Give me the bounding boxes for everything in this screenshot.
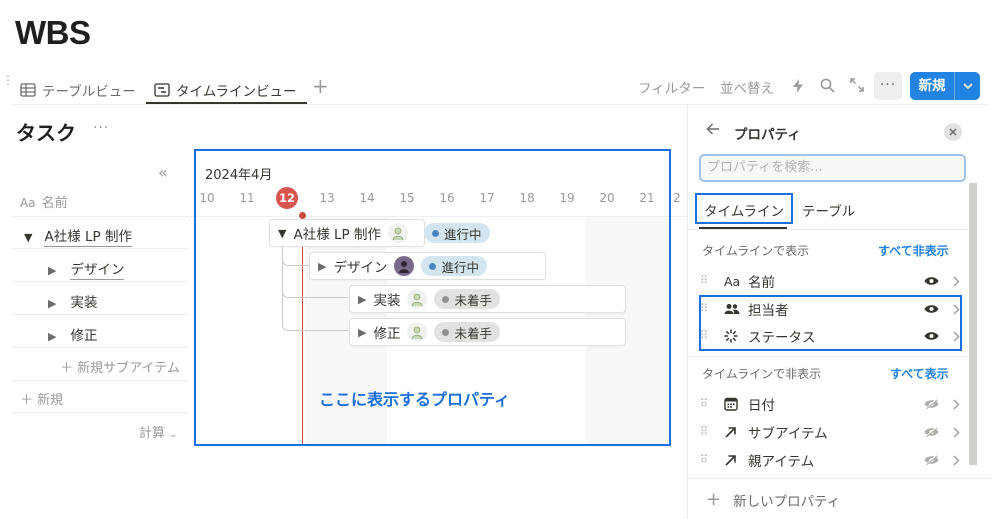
property-search-input[interactable]: プロパティを検索... xyxy=(699,154,966,182)
collapse-table-button[interactable]: « xyxy=(158,163,168,182)
hidden-section-label: タイムラインで非表示 xyxy=(702,367,822,381)
divider xyxy=(12,281,188,282)
add-view-button[interactable]: + xyxy=(312,74,329,98)
row-title[interactable]: 修正 xyxy=(70,328,97,344)
page-title: WBS xyxy=(15,14,91,51)
chevron-down-icon: ⌄ xyxy=(169,429,178,440)
divider xyxy=(688,229,968,230)
shown-section-label: タイムラインで表示 xyxy=(702,244,810,258)
name-column-header[interactable]: Aa 名前 xyxy=(20,192,68,211)
chevron-down-icon[interactable] xyxy=(955,72,980,100)
tab-timeline-view[interactable]: タイムラインビュー xyxy=(154,76,297,104)
divider xyxy=(12,314,188,315)
drag-handle-icon[interactable]: ⠿ xyxy=(700,398,724,409)
show-all-button[interactable]: すべて表示 xyxy=(890,365,949,382)
drag-handle-icon[interactable]: ⋮ xyxy=(2,74,14,86)
calculate-button[interactable]: 計算 ⌄ xyxy=(139,422,178,441)
sort-button[interactable]: 並べ替え xyxy=(720,77,774,97)
eye-icon[interactable] xyxy=(924,276,948,286)
row-title[interactable]: 実装 xyxy=(70,295,97,311)
text-property-icon: Aa xyxy=(724,273,741,289)
tab-table-view[interactable]: テーブルビュー xyxy=(20,76,136,104)
new-property-label: 新しいプロパティ xyxy=(733,493,841,510)
tab-label: タイムラインビュー xyxy=(176,84,297,100)
row-title[interactable]: デザイン xyxy=(70,262,125,280)
chevron-right-icon[interactable] xyxy=(948,427,960,438)
plus-icon: + xyxy=(706,489,722,510)
relation-arrow-icon xyxy=(724,454,748,467)
drag-handle-icon[interactable]: ⠿ xyxy=(700,275,724,286)
text-property-icon: Aa xyxy=(20,196,36,210)
database-title[interactable]: タスク xyxy=(16,117,76,146)
day-label: 2 xyxy=(673,191,681,205)
divider xyxy=(12,347,188,348)
table-icon xyxy=(20,83,36,97)
divider xyxy=(12,216,188,217)
divider xyxy=(12,380,188,381)
property-row-parent[interactable]: ⠿ 親アイテム xyxy=(700,447,960,473)
chevron-right-icon[interactable] xyxy=(948,399,960,410)
database-more-button[interactable]: ··· xyxy=(93,120,109,136)
toggle-collapsed-icon[interactable]: ▶ xyxy=(48,330,56,343)
close-icon[interactable] xyxy=(944,123,962,141)
more-options-button[interactable]: ··· xyxy=(874,72,902,100)
divider xyxy=(12,248,188,249)
toggle-collapsed-icon[interactable]: ▶ xyxy=(48,264,56,277)
calendar-icon xyxy=(724,397,748,411)
new-button[interactable]: 新規 xyxy=(910,72,980,100)
hide-all-button[interactable]: すべて非表示 xyxy=(878,242,949,259)
eye-hidden-icon[interactable] xyxy=(924,455,948,465)
tab-label: テーブルビュー xyxy=(42,84,136,100)
new-button-label[interactable]: 新規 xyxy=(910,72,955,100)
automation-bolt-icon[interactable] xyxy=(792,78,804,94)
annotation-highlight-box xyxy=(695,193,793,224)
toggle-collapsed-icon[interactable]: ▶ xyxy=(48,297,56,310)
new-subitem-button[interactable]: ＋ 新規サブアイテム xyxy=(60,357,180,376)
property-row-date[interactable]: ⠿ 日付 xyxy=(700,391,960,417)
property-name: 名前 xyxy=(748,275,775,291)
row-title[interactable]: A社様 LP 制作 xyxy=(44,229,132,247)
drag-handle-icon[interactable]: ⠿ xyxy=(700,426,724,437)
timeline-icon xyxy=(154,83,170,97)
property-name: サブアイテム xyxy=(748,426,828,442)
filter-button[interactable]: フィルター xyxy=(638,77,705,97)
tab-table[interactable]: テーブル xyxy=(802,200,855,220)
divider xyxy=(688,478,992,479)
new-row-button[interactable]: ＋ 新規 xyxy=(20,389,63,408)
annotation-highlight-box xyxy=(194,149,671,446)
relation-arrow-icon xyxy=(724,426,748,439)
table-row[interactable]: ▶ 実装 xyxy=(48,291,97,311)
chevron-right-icon[interactable] xyxy=(948,276,960,287)
panel-title: プロパティ xyxy=(734,127,801,143)
table-row[interactable]: ▶ デザイン xyxy=(48,258,125,280)
toggle-expanded-icon[interactable]: ▼ xyxy=(24,231,32,244)
drag-handle-icon[interactable]: ⠿ xyxy=(700,454,724,465)
eye-hidden-icon[interactable] xyxy=(924,399,948,409)
scrollbar[interactable] xyxy=(969,183,977,465)
table-row[interactable]: ▼ A社様 LP 制作 xyxy=(24,225,132,247)
column-header-label: 名前 xyxy=(41,196,68,211)
property-name: 親アイテム xyxy=(748,454,815,470)
new-property-button[interactable]: + 新しいプロパティ xyxy=(706,489,840,510)
divider xyxy=(688,356,968,357)
divider xyxy=(12,412,188,413)
expand-icon[interactable] xyxy=(850,78,864,92)
chevron-right-icon[interactable] xyxy=(948,455,960,466)
annotation-highlight-box xyxy=(699,295,962,351)
property-name: 日付 xyxy=(748,398,775,414)
search-icon[interactable] xyxy=(820,78,835,93)
calculate-label: 計算 xyxy=(139,426,166,441)
back-arrow-icon[interactable] xyxy=(706,122,720,136)
property-row-name[interactable]: ⠿ Aa 名前 xyxy=(700,268,960,294)
eye-hidden-icon[interactable] xyxy=(924,427,948,437)
table-row[interactable]: ▶ 修正 xyxy=(48,324,97,344)
property-row-subitem[interactable]: ⠿ サブアイテム xyxy=(700,419,960,445)
